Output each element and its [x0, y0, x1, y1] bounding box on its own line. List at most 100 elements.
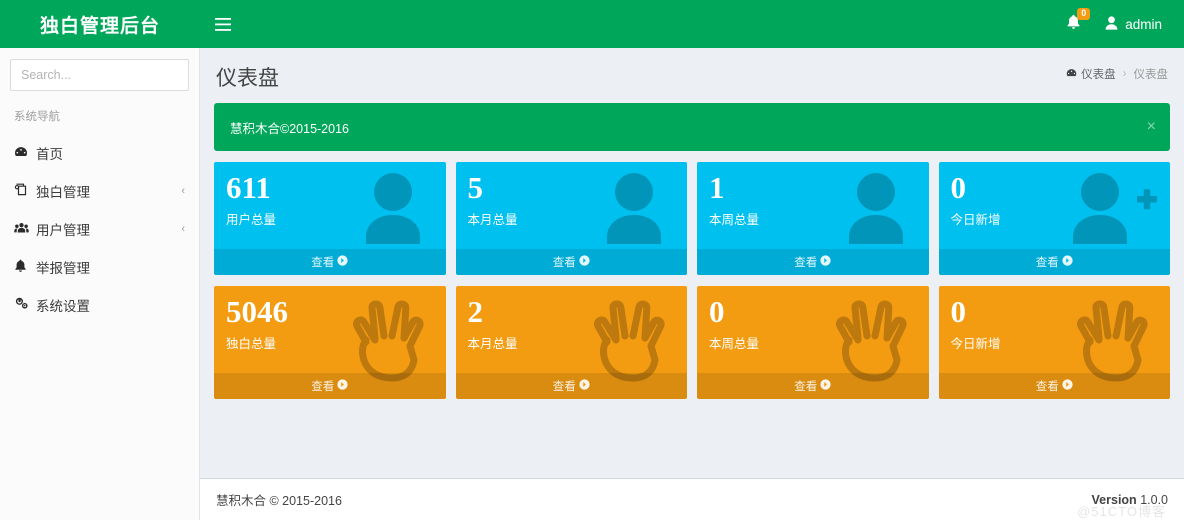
sidebar-item-system-settings[interactable]: 系统设置 [0, 286, 199, 324]
arrow-circle-right-icon [579, 379, 590, 393]
main-content: 仪表盘 仪表盘 › 仪表盘 慧积木合©2015-2016 × 611 用户总量 … [200, 48, 1184, 478]
content-header: 仪表盘 仪表盘 › 仪表盘 [200, 48, 1184, 100]
top-navbar: 独白管理后台 0 admin [0, 0, 1184, 48]
stat-number: 5 [467, 170, 484, 205]
stat-number: 0 [950, 170, 967, 205]
search-input[interactable] [11, 68, 192, 82]
breadcrumb-separator: › [1122, 68, 1127, 80]
footer-version-value: 1.0.0 [1140, 492, 1168, 507]
stat-card-link[interactable]: 查看 [938, 373, 1170, 399]
sidebar-item-label: 首页 [36, 147, 63, 162]
user-name-label: admin [1125, 16, 1162, 32]
breadcrumb-home-label: 仪表盘 [1081, 69, 1116, 81]
brand-title[interactable]: 独白管理后台 [0, 0, 200, 48]
stat-card[interactable]: 2 本月总量 查看 [455, 286, 688, 399]
notification-badge: 0 [1077, 8, 1091, 20]
stat-card-link-label: 查看 [311, 381, 335, 393]
sidebar-item-user-manage[interactable]: 用户管理 ‹ [0, 210, 199, 248]
breadcrumb-home-link[interactable]: 仪表盘 [1066, 66, 1116, 82]
stat-number: 1 [709, 170, 725, 205]
stat-card-link-label: 查看 [1035, 381, 1059, 393]
footer-version-label: Version [1091, 492, 1137, 507]
stat-label: 今日新增 [950, 213, 1001, 228]
stat-number: 2 [467, 294, 484, 329]
stat-card-body: 5 本月总量 [456, 162, 688, 228]
sidebar-item-report-manage[interactable]: 举报管理 [0, 248, 199, 286]
stat-label: 独白总量 [226, 337, 277, 352]
arrow-circle-right-icon [579, 255, 590, 269]
stat-card-body: 0 今日新增 [939, 162, 1171, 228]
breadcrumb: 仪表盘 › 仪表盘 [1066, 66, 1168, 82]
stat-label: 本月总量 [467, 213, 518, 228]
stat-card-body: 1 本周总量 [697, 162, 929, 228]
arrow-circle-right-icon [820, 255, 831, 269]
page-footer: 慧积木合 © 2015-2016 Version 1.0.0 @51CTO博客 [200, 478, 1184, 520]
sidebar-search[interactable] [10, 59, 215, 91]
stat-card-link[interactable]: 查看 [214, 249, 446, 275]
sidebar-item-monologue-manage[interactable]: 独白管理 ‹ [0, 172, 199, 210]
sidebar-item-label: 系统设置 [36, 299, 90, 314]
stat-card-body: 611 用户总量 [214, 162, 446, 228]
stat-card-link[interactable]: 查看 [697, 249, 929, 275]
stat-card[interactable]: 0 本周总量 查看 [697, 286, 929, 399]
sidebar: 系统导航 首页 独白管理 ‹ [0, 48, 215, 520]
sidebar-item-home[interactable]: 首页 [0, 134, 199, 172]
users-icon [14, 222, 36, 237]
stat-card-body: 0 今日新增 [939, 286, 1171, 352]
stat-cards-row-monologues: 5046 独白总量 查看 2 本月总量 查看 0 本周总量 查看 0 今日新增 … [214, 286, 1170, 399]
stat-card[interactable]: 0 今日新增 查看 [938, 162, 1171, 275]
stat-label: 本周总量 [709, 213, 760, 228]
navbar-right: 0 admin [1052, 0, 1184, 48]
arrow-circle-right-icon [337, 255, 348, 269]
stat-label: 本周总量 [709, 337, 760, 352]
arrow-circle-right-icon [1062, 379, 1073, 393]
stat-card[interactable]: 0 今日新增 查看 [938, 286, 1171, 399]
sidebar-item-label: 举报管理 [36, 261, 90, 276]
stat-card-body: 5046 独白总量 [214, 286, 446, 352]
footer-copyright: 慧积木合 © 2015-2016 [216, 494, 342, 508]
hamburger-icon[interactable] [200, 0, 246, 48]
stat-number: 0 [950, 294, 967, 329]
book-icon [14, 183, 36, 199]
gears-icon [14, 297, 36, 313]
close-icon[interactable]: × [1147, 119, 1156, 135]
chevron-left-icon: ‹ [181, 185, 185, 197]
arrow-circle-right-icon [1062, 255, 1073, 269]
stat-card-link[interactable]: 查看 [697, 373, 929, 399]
dashboard-icon [14, 146, 36, 161]
stat-card[interactable]: 5 本月总量 查看 [455, 162, 688, 275]
arrow-circle-right-icon [337, 379, 348, 393]
user-menu[interactable]: admin [1095, 0, 1170, 48]
stat-card-link-label: 查看 [794, 381, 818, 393]
avatar [1105, 15, 1118, 33]
sidebar-item-label: 独白管理 [36, 185, 90, 200]
notifications-button[interactable]: 0 [1052, 0, 1095, 48]
footer-version: Version 1.0.0 [1092, 493, 1168, 507]
stat-number: 5046 [226, 294, 288, 329]
stat-card[interactable]: 5046 独白总量 查看 [214, 286, 446, 399]
stat-card[interactable]: 1 本周总量 查看 [697, 162, 929, 275]
stat-label: 今日新增 [950, 337, 1001, 352]
stat-number: 0 [709, 294, 725, 329]
sidebar-nav-header: 系统导航 [14, 111, 60, 123]
bell-icon [14, 259, 36, 276]
alert-message: 慧积木合©2015-2016 [230, 121, 349, 136]
stat-card-link-label: 查看 [1035, 257, 1059, 269]
stat-card-link[interactable]: 查看 [455, 249, 687, 275]
sidebar-item-label: 用户管理 [36, 223, 90, 238]
stat-card[interactable]: 611 用户总量 查看 [214, 162, 446, 275]
arrow-circle-right-icon [820, 379, 831, 393]
chevron-left-icon: ‹ [181, 223, 185, 235]
stat-card-link-label: 查看 [552, 381, 576, 393]
stat-number: 611 [226, 170, 271, 205]
stat-card-link-label: 查看 [552, 257, 576, 269]
stat-label: 用户总量 [226, 213, 277, 228]
stat-card-link[interactable]: 查看 [938, 249, 1170, 275]
stat-card-link[interactable]: 查看 [455, 373, 687, 399]
stat-card-body: 2 本月总量 [456, 286, 688, 352]
breadcrumb-current: 仪表盘 [1133, 69, 1169, 81]
stat-card-link-label: 查看 [794, 257, 818, 269]
admin-dashboard: 独白管理后台 0 admin Search... 系统导航 首页 独白管理 ‹ … [0, 0, 1184, 520]
stat-card-link[interactable]: 查看 [214, 373, 446, 399]
stat-label: 本月总量 [467, 337, 518, 352]
